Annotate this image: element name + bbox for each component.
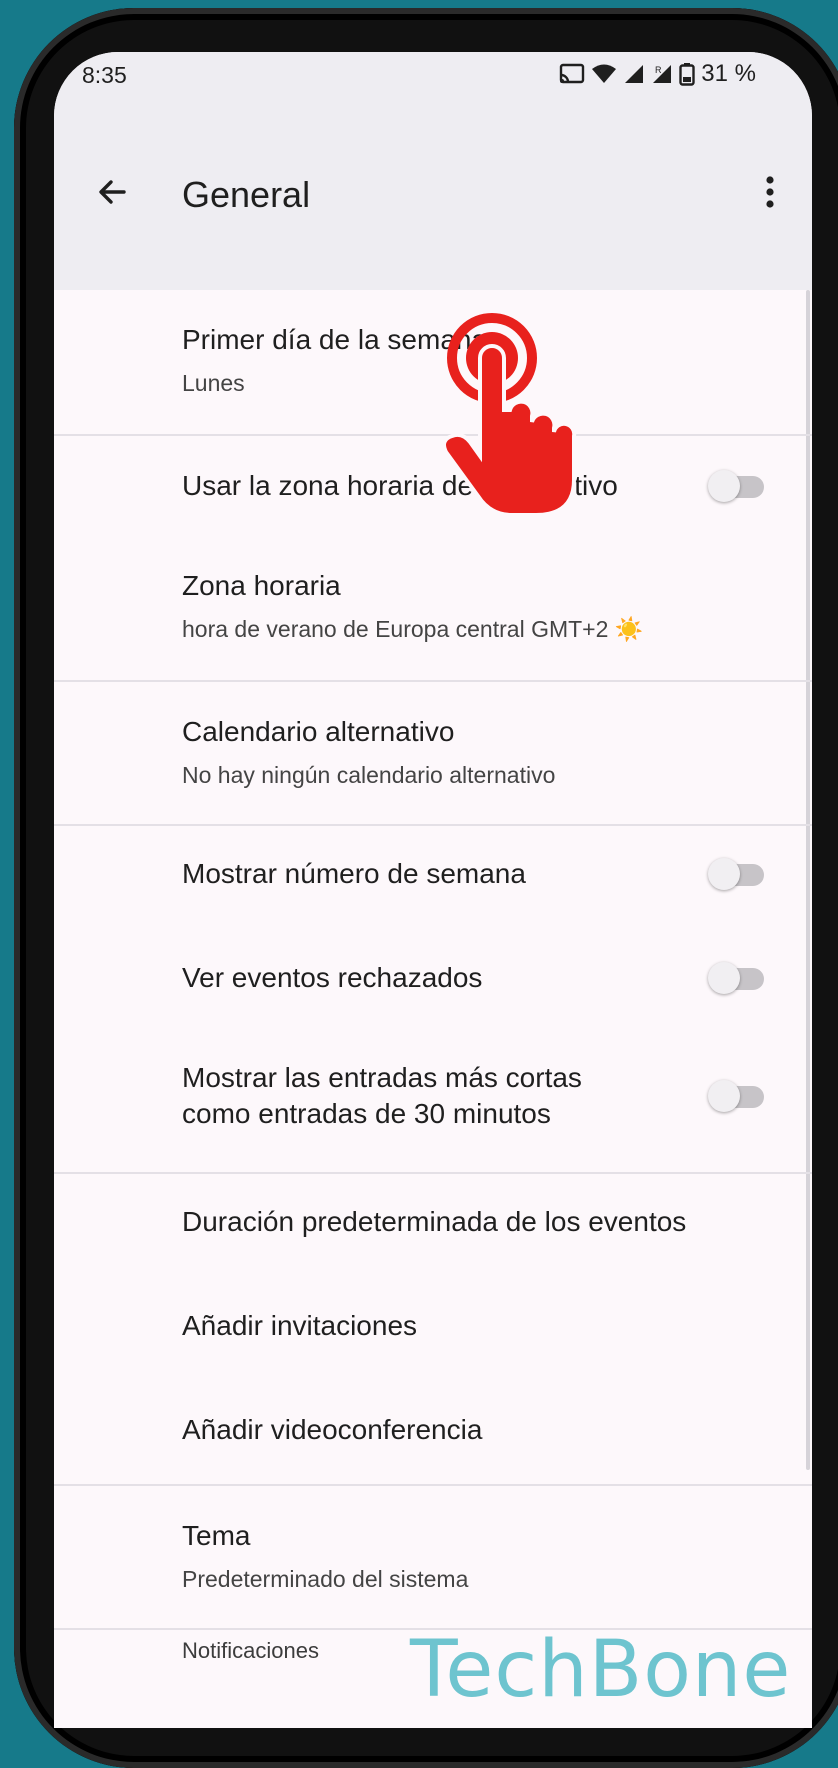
battery-icon <box>679 62 695 86</box>
timezone-setting[interactable]: Zona horaria hora de verano de Europa ce… <box>54 536 812 680</box>
default-duration-setting[interactable]: Duración predeterminada de los eventos <box>54 1174 812 1278</box>
app-bar: General <box>54 122 812 290</box>
alternate-calendar-setting[interactable]: Calendario alternativo No hay ningún cal… <box>54 682 812 824</box>
screen: 8:35 R 31 % General Primer día de la sem… <box>54 52 812 1728</box>
short-entries-toggle[interactable] <box>708 1080 764 1112</box>
toggle-thumb <box>708 858 740 890</box>
setting-title: Añadir invitaciones <box>182 1310 418 1341</box>
device-timezone-toggle[interactable] <box>708 470 764 502</box>
more-vert-icon <box>764 175 776 214</box>
setting-title: Tema <box>182 1520 251 1551</box>
arrow-back-icon <box>94 174 130 215</box>
declined-events-setting[interactable]: Ver eventos rechazados <box>54 930 812 1034</box>
battery-percent: 31 % <box>701 60 756 87</box>
toggle-thumb <box>708 470 740 502</box>
setting-value: No hay ningún calendario alternativo <box>182 762 556 788</box>
setting-title: Añadir videoconferencia <box>182 1414 483 1445</box>
first-day-of-week-setting[interactable]: Primer día de la semana Lunes <box>54 290 812 434</box>
signal-roaming-icon: R <box>651 63 673 85</box>
add-invitations-setting[interactable]: Añadir invitaciones <box>54 1278 812 1382</box>
theme-setting[interactable]: Tema Predeterminado del sistema <box>54 1486 812 1628</box>
more-options-button[interactable] <box>742 166 798 222</box>
back-button[interactable] <box>84 166 140 222</box>
add-videoconference-setting[interactable]: Añadir videoconferencia <box>54 1382 812 1484</box>
status-bar: 8:35 R 31 % <box>54 52 812 122</box>
notifications-section-header: Notificaciones <box>182 1638 319 1663</box>
setting-title: Duración predeterminada de los eventos <box>182 1206 687 1237</box>
techbone-watermark: TechBone <box>410 1625 792 1715</box>
tap-hand-icon <box>440 310 580 520</box>
setting-title: Zona horaria <box>182 570 341 601</box>
setting-title-line2: como entradas de 30 minutos <box>182 1098 551 1129</box>
toggle-thumb <box>708 962 740 994</box>
device-timezone-setting[interactable]: Usar la zona horaria del dispositivo <box>54 436 812 536</box>
page-title: General <box>182 174 311 215</box>
status-time: 8:35 <box>82 62 127 88</box>
declined-events-toggle[interactable] <box>708 962 764 994</box>
setting-title-line1: Mostrar las entradas más cortas <box>182 1062 582 1093</box>
short-entries-setting[interactable]: Mostrar las entradas más cortas como ent… <box>54 1034 812 1172</box>
setting-title: Calendario alternativo <box>182 716 455 747</box>
toggle-thumb <box>708 1080 740 1112</box>
setting-value: Predeterminado del sistema <box>182 1566 469 1592</box>
wifi-icon <box>591 63 617 85</box>
cast-icon <box>559 63 585 85</box>
svg-text:R: R <box>655 65 662 75</box>
week-number-setting[interactable]: Mostrar número de semana <box>54 826 812 930</box>
week-number-toggle[interactable] <box>708 858 764 890</box>
setting-value: Lunes <box>182 370 245 396</box>
setting-title: Ver eventos rechazados <box>182 962 483 993</box>
setting-value: hora de verano de Europa central GMT+2 ☀… <box>182 616 644 642</box>
status-icons: R 31 % <box>559 60 756 88</box>
setting-title: Mostrar número de semana <box>182 858 526 889</box>
signal-icon <box>623 63 645 85</box>
